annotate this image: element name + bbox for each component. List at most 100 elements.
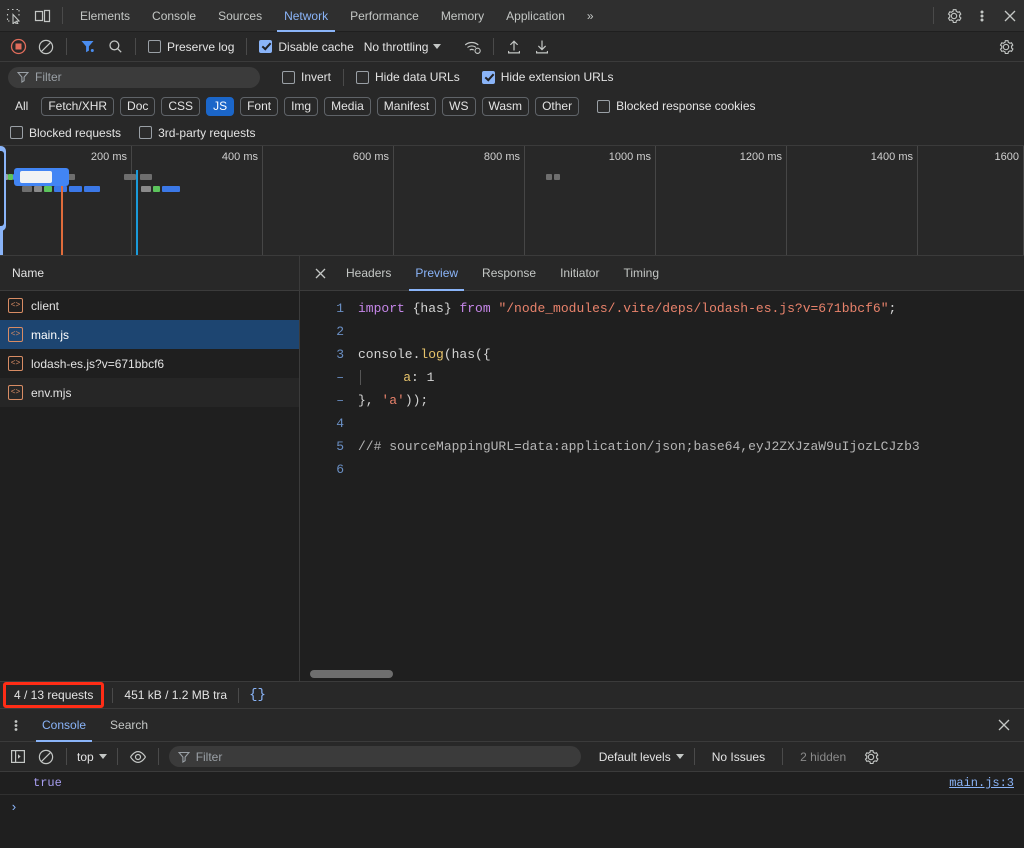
console-filter-input[interactable]: Filter bbox=[169, 746, 581, 767]
overview-tick-0: 200 ms bbox=[91, 151, 127, 163]
overview-tick-7: 1600 bbox=[995, 151, 1019, 163]
detail-tabbar: Headers Preview Response Initiator Timin… bbox=[300, 256, 1024, 291]
toolbar-divider-right bbox=[933, 7, 934, 24]
drawer-tab-search[interactable]: Search bbox=[98, 708, 160, 742]
table-row[interactable]: <> client bbox=[0, 291, 299, 320]
preview-code-view[interactable]: 1import {has} from "/node_modules/.vite/… bbox=[300, 291, 1024, 667]
preserve-log-checkbox[interactable]: Preserve log bbox=[148, 40, 234, 54]
wifi-settings-icon[interactable] bbox=[459, 33, 487, 61]
console-message[interactable]: true main.js:3 bbox=[0, 772, 1024, 795]
overview-tick-4: 1000 ms bbox=[609, 151, 651, 163]
overview-left-handle[interactable] bbox=[0, 146, 6, 231]
live-expression-icon[interactable] bbox=[124, 743, 152, 771]
type-filter-media[interactable]: Media bbox=[324, 97, 371, 116]
tab-console[interactable]: Console bbox=[141, 0, 207, 32]
code-line-number: 6 bbox=[300, 462, 358, 477]
overview-tick-3: 800 ms bbox=[484, 151, 520, 163]
console-message-source-link[interactable]: main.js:3 bbox=[949, 776, 1014, 790]
type-filter-css[interactable]: CSS bbox=[161, 97, 200, 116]
clear-console-icon[interactable] bbox=[32, 743, 60, 771]
blocked-response-cookies-checkbox[interactable]: Blocked response cookies bbox=[597, 99, 755, 113]
export-har-icon[interactable] bbox=[528, 33, 556, 61]
console-settings-gear-icon[interactable] bbox=[857, 743, 885, 771]
type-filter-manifest[interactable]: Manifest bbox=[377, 97, 436, 116]
code-token: ; bbox=[889, 301, 897, 316]
close-icon[interactable] bbox=[990, 711, 1018, 739]
console-prompt[interactable]: › bbox=[0, 795, 1024, 819]
console-divider-1 bbox=[66, 748, 67, 765]
tab-memory[interactable]: Memory bbox=[430, 0, 495, 32]
type-filter-doc[interactable]: Doc bbox=[120, 97, 155, 116]
clear-icon[interactable] bbox=[32, 33, 60, 61]
inspect-element-icon[interactable] bbox=[0, 2, 28, 30]
tab-network[interactable]: Network bbox=[273, 0, 339, 32]
type-filter-all[interactable]: All bbox=[8, 97, 35, 116]
log-levels-select[interactable]: Default levels bbox=[595, 750, 688, 764]
hide-extension-urls-checkbox[interactable]: Hide extension URLs bbox=[482, 70, 614, 84]
import-har-icon[interactable] bbox=[500, 33, 528, 61]
tab-elements[interactable]: Elements bbox=[69, 0, 141, 32]
chevron-down-icon bbox=[676, 754, 684, 759]
code-token: }, bbox=[358, 393, 381, 408]
issues-counter[interactable]: No Issues bbox=[701, 750, 776, 764]
extra-filter-row: Blocked requests 3rd-party requests bbox=[0, 120, 1024, 146]
table-row[interactable]: <> env.mjs bbox=[0, 378, 299, 407]
filter-funnel-icon bbox=[178, 751, 190, 763]
execution-context-select[interactable]: top bbox=[73, 750, 111, 764]
code-line: –}, 'a')); bbox=[300, 389, 1024, 412]
type-filter-fetch-xhr[interactable]: Fetch/XHR bbox=[41, 97, 114, 116]
blocked-response-cookies-label: Blocked response cookies bbox=[616, 99, 755, 113]
filter-icon[interactable] bbox=[73, 33, 101, 61]
throttling-select[interactable]: No throttling bbox=[360, 40, 446, 54]
hide-data-urls-box bbox=[356, 71, 369, 84]
third-party-requests-checkbox[interactable]: 3rd-party requests bbox=[139, 126, 255, 140]
console-sidebar-icon[interactable] bbox=[4, 743, 32, 771]
preview-hscrollbar-track[interactable] bbox=[300, 667, 1024, 681]
type-filter-other[interactable]: Other bbox=[535, 97, 579, 116]
pretty-print-button[interactable]: {} bbox=[239, 687, 276, 703]
kebab-menu-icon[interactable] bbox=[968, 2, 996, 30]
tab-timing[interactable]: Timing bbox=[611, 256, 671, 291]
network-overview-timeline[interactable]: 200 ms 400 ms 600 ms 800 ms 1000 ms 1200… bbox=[0, 146, 1024, 256]
hide-data-urls-checkbox[interactable]: Hide data URLs bbox=[356, 70, 460, 84]
blocked-requests-checkbox[interactable]: Blocked requests bbox=[10, 126, 121, 140]
device-toolbar-icon[interactable] bbox=[28, 2, 56, 30]
close-icon[interactable] bbox=[996, 2, 1024, 30]
search-icon[interactable] bbox=[101, 33, 129, 61]
tab-sources[interactable]: Sources bbox=[207, 0, 273, 32]
request-rows: <> client <> main.js <> lodash-es.js?v=6… bbox=[0, 291, 299, 681]
gear-icon[interactable] bbox=[940, 2, 968, 30]
type-filter-font[interactable]: Font bbox=[240, 97, 278, 116]
type-filter-ws[interactable]: WS bbox=[442, 97, 475, 116]
table-row[interactable]: <> lodash-es.js?v=671bbcf6 bbox=[0, 349, 299, 378]
record-stop-icon[interactable] bbox=[4, 33, 32, 61]
request-list-pane: Name <> client <> main.js <> lodash-es.j… bbox=[0, 256, 300, 681]
netbar-divider-1 bbox=[66, 38, 67, 55]
blocked-requests-label: Blocked requests bbox=[29, 126, 121, 140]
search-input[interactable]: Filter bbox=[8, 67, 260, 88]
more-tabs-button[interactable]: » bbox=[576, 0, 605, 32]
toolbar-divider bbox=[62, 7, 63, 24]
column-header-name[interactable]: Name bbox=[0, 256, 299, 291]
tab-initiator[interactable]: Initiator bbox=[548, 256, 611, 291]
tab-response[interactable]: Response bbox=[470, 256, 548, 291]
disable-cache-checkbox[interactable]: Disable cache bbox=[259, 40, 353, 54]
tab-performance[interactable]: Performance bbox=[339, 0, 430, 32]
dom-content-loaded-marker bbox=[136, 170, 138, 255]
network-settings-gear-icon[interactable] bbox=[992, 33, 1020, 61]
status-transferred: 451 kB / 1.2 MB tra bbox=[113, 688, 238, 702]
kebab-menu-icon[interactable] bbox=[2, 711, 30, 739]
invert-checkbox[interactable]: Invert bbox=[282, 70, 331, 84]
tab-preview[interactable]: Preview bbox=[403, 256, 470, 291]
devtools-tabbar: Elements Console Sources Network Perform… bbox=[0, 0, 1024, 32]
type-filter-img[interactable]: Img bbox=[284, 97, 318, 116]
type-filter-js[interactable]: JS bbox=[206, 97, 234, 116]
table-row[interactable]: <> main.js bbox=[0, 320, 299, 349]
drawer-tab-console[interactable]: Console bbox=[30, 708, 98, 742]
tab-headers[interactable]: Headers bbox=[334, 256, 403, 291]
preview-hscrollbar-thumb[interactable] bbox=[310, 670, 393, 678]
tab-application[interactable]: Application bbox=[495, 0, 576, 32]
third-party-requests-label: 3rd-party requests bbox=[158, 126, 255, 140]
close-icon[interactable] bbox=[306, 259, 334, 287]
type-filter-wasm[interactable]: Wasm bbox=[482, 97, 530, 116]
